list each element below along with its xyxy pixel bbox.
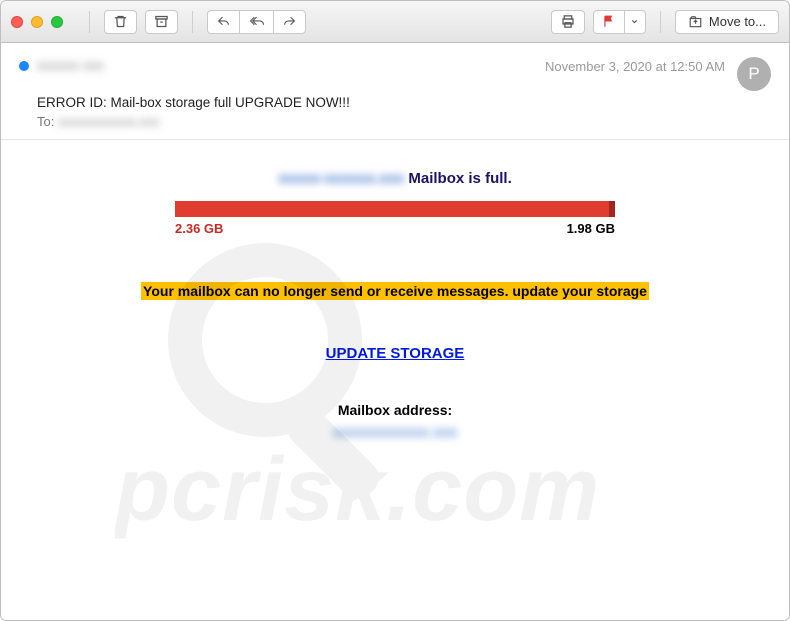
sender-avatar: P xyxy=(737,57,771,91)
update-storage-link[interactable]: UPDATE STORAGE xyxy=(41,345,749,362)
storage-used-label: 2.36 GB xyxy=(175,221,223,236)
reply-all-icon xyxy=(248,15,265,28)
storage-bar xyxy=(175,201,615,217)
reply-group xyxy=(207,10,306,34)
storage-bar-end xyxy=(609,201,615,217)
divider xyxy=(660,11,661,33)
divider xyxy=(89,11,90,33)
traffic-lights xyxy=(11,16,63,28)
archive-button[interactable] xyxy=(145,10,178,34)
maximize-window-button[interactable] xyxy=(51,16,63,28)
move-to-label: Move to... xyxy=(709,14,766,29)
move-to-folder-icon xyxy=(688,15,703,29)
message-header: xxxxxx xxx November 3, 2020 at 12:50 AM … xyxy=(1,43,789,140)
forward-button[interactable] xyxy=(273,10,306,34)
trash-icon xyxy=(113,14,128,29)
warning-text: Your mailbox can no longer send or recei… xyxy=(141,282,649,300)
trash-button[interactable] xyxy=(104,10,137,34)
chevron-down-icon xyxy=(630,17,639,26)
body-title-blurred: xxxxx-xxxxxx.xxx xyxy=(278,170,404,186)
archive-icon xyxy=(154,14,169,29)
to-value: xxxxxxxxxxxx.xxx xyxy=(58,114,178,127)
mail-window: Move to... xxxxxx xxx November 3, 2020 a… xyxy=(0,0,790,621)
flag-button[interactable] xyxy=(593,10,625,34)
body-title-text: Mailbox is full. xyxy=(404,170,512,187)
subject: ERROR ID: Mail-box storage full UPGRADE … xyxy=(37,95,771,110)
print-icon xyxy=(560,14,576,29)
titlebar: Move to... xyxy=(1,1,789,43)
flag-menu-button[interactable] xyxy=(624,10,646,34)
divider xyxy=(192,11,193,33)
from-name: xxxxxx xxx xyxy=(37,57,127,72)
flag-icon xyxy=(602,14,616,29)
body-title: xxxxx-xxxxxx.xxx Mailbox is full. xyxy=(41,170,749,187)
mailbox-address-label: Mailbox address: xyxy=(41,402,749,418)
flag-group xyxy=(593,10,646,34)
print-button[interactable] xyxy=(551,10,585,34)
forward-icon xyxy=(282,15,297,28)
mailbox-address-value: xxxxxxxxxxxx.xxx xyxy=(333,424,457,440)
reply-icon xyxy=(216,15,231,28)
unread-indicator xyxy=(19,61,29,71)
reply-all-button[interactable] xyxy=(239,10,274,34)
storage-bar-wrap: 2.36 GB 1.98 GB xyxy=(175,201,615,236)
minimize-window-button[interactable] xyxy=(31,16,43,28)
storage-total-label: 1.98 GB xyxy=(567,221,615,236)
to-label: To: xyxy=(37,114,54,129)
reply-button[interactable] xyxy=(207,10,240,34)
close-window-button[interactable] xyxy=(11,16,23,28)
move-to-button[interactable]: Move to... xyxy=(675,10,779,34)
message-body: xxxxx-xxxxxx.xxx Mailbox is full. 2.36 G… xyxy=(1,140,789,620)
timestamp: November 3, 2020 at 12:50 AM xyxy=(545,59,725,74)
